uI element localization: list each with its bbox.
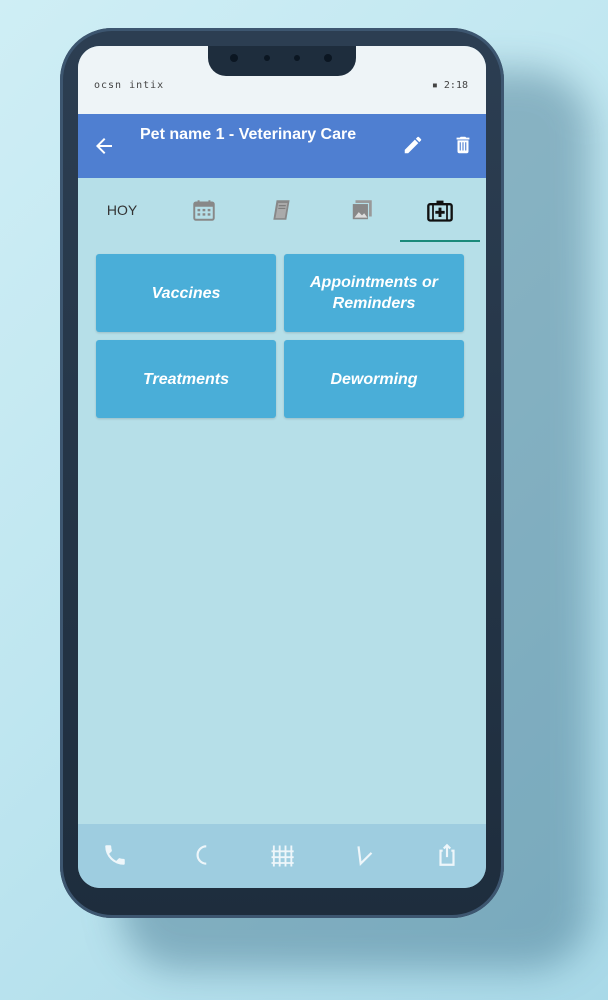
delete-button[interactable]: [452, 134, 474, 156]
status-carrier: ocsn intix: [94, 80, 165, 91]
status-time: ▪ 2:18: [431, 80, 468, 91]
tab-bar: HOY: [78, 178, 486, 242]
page-title: Pet name 1 - Veterinary Care: [140, 126, 357, 143]
tab-notes[interactable]: [242, 178, 322, 242]
medical-kit-icon: [427, 200, 453, 222]
app-bar: Pet name 1 - Veterinary Care: [78, 114, 486, 178]
bottom-nav-moon[interactable]: [190, 842, 218, 870]
back-button[interactable]: [92, 134, 116, 158]
pen-icon: [357, 846, 373, 866]
bottom-nav-phone[interactable]: [102, 842, 130, 870]
treatments-card[interactable]: Treatments: [96, 340, 276, 418]
tab-today[interactable]: HOY: [82, 178, 162, 242]
deworming-card[interactable]: Deworming: [284, 340, 464, 418]
arrow-left-icon: [96, 138, 112, 154]
phone-icon: [105, 845, 125, 865]
share-icon: [439, 843, 455, 866]
edit-button[interactable]: [402, 134, 424, 156]
pencil-icon: [404, 136, 422, 154]
tab-gallery[interactable]: [322, 178, 402, 242]
camera-icon: [324, 54, 332, 62]
tab-calendar[interactable]: [164, 178, 244, 242]
bottom-navigation: [78, 824, 486, 888]
bottom-nav-pen[interactable]: [352, 842, 380, 870]
appointments-card[interactable]: Appointments or Reminders: [284, 254, 464, 332]
gallery-icon: [351, 200, 372, 221]
active-tab-indicator: [400, 240, 480, 242]
sensor-icon: [264, 55, 270, 61]
vaccines-card[interactable]: Vaccines: [96, 254, 276, 332]
grid-icon: [271, 845, 294, 867]
tab-medical[interactable]: [400, 178, 480, 242]
bottom-nav-grid[interactable]: [268, 842, 296, 870]
bottom-nav-share[interactable]: [434, 842, 462, 870]
camera-notch: [208, 46, 356, 76]
sensor-icon: [294, 55, 300, 61]
calendar-icon: [193, 200, 215, 221]
sensor-icon: [230, 54, 238, 62]
book-icon: [273, 200, 290, 220]
trash-icon: [456, 136, 470, 154]
phone-screen: ocsn intix ▪ 2:18 Pet name 1 - Veterinar…: [78, 46, 486, 888]
moon-icon: [196, 845, 207, 865]
